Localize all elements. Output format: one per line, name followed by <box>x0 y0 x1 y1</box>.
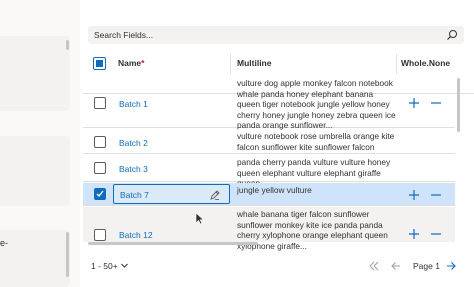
table-row-selected[interactable]: Batch 7 jungle yellow vulture <box>83 183 455 206</box>
check-icon <box>96 190 104 197</box>
remove-icon[interactable] <box>430 228 442 240</box>
vertical-scrollbar-thumb[interactable] <box>457 78 460 132</box>
add-icon[interactable] <box>408 228 420 240</box>
vertical-scrollbar[interactable] <box>457 78 460 238</box>
partial-check-indicator <box>96 60 103 67</box>
column-header-name-label: Name <box>118 58 142 68</box>
edit-pen-icon[interactable] <box>209 189 221 201</box>
next-page-icon[interactable] <box>445 260 457 272</box>
search-icon[interactable] <box>446 29 458 41</box>
left-card <box>0 230 70 287</box>
chevron-down-icon[interactable] <box>120 261 129 270</box>
page-size-selector[interactable]: 1 - 50+ <box>91 261 118 271</box>
first-page-icon[interactable] <box>368 260 380 272</box>
column-header-name[interactable]: Name* <box>118 58 144 68</box>
horizontal-scrollbar-thumb[interactable] <box>88 242 258 245</box>
row-name-link[interactable]: Batch 12 <box>119 230 153 240</box>
page-indicator: Page 1 <box>413 261 440 271</box>
table-row[interactable]: Batch 2 vulture notebook rose umbrella o… <box>83 129 455 154</box>
data-grid: Name* Multiline Whole.None Batch 1 vultu… <box>83 18 474 287</box>
column-header-multiline[interactable]: Multiline <box>237 58 271 68</box>
remove-icon[interactable] <box>430 97 442 109</box>
row-checkbox[interactable] <box>94 229 106 241</box>
mouse-cursor-icon <box>195 212 204 225</box>
add-icon[interactable] <box>408 97 420 109</box>
table-row[interactable]: Batch 3 panda cherry panda vulture vultu… <box>83 155 455 188</box>
row-name-link[interactable]: Batch 1 <box>119 99 148 109</box>
name-cell-editor[interactable]: Batch 7 <box>113 184 230 204</box>
left-scrollbar[interactable] <box>66 232 69 277</box>
column-header-whole-none[interactable]: Whole.None <box>401 58 450 68</box>
row-multiline-value: jungle yellow vulture <box>237 185 312 195</box>
row-name-link[interactable]: Batch 2 <box>119 138 148 148</box>
row-name-link[interactable]: Batch 7 <box>120 190 149 200</box>
left-truncated-text: e- <box>0 238 9 248</box>
left-scrollbar[interactable] <box>66 40 69 50</box>
grid-footer: 1 - 50+ Page 1 <box>83 256 474 276</box>
table-row[interactable]: Batch 12 whale banana tiger falcon sunfl… <box>83 207 455 251</box>
previous-page-icon[interactable] <box>390 260 402 272</box>
column-divider[interactable] <box>230 54 231 74</box>
row-multiline-value: vulture notebook rose umbrella orange ki… <box>237 131 395 152</box>
remove-icon[interactable] <box>430 189 442 201</box>
row-checkbox[interactable] <box>94 162 106 174</box>
add-icon[interactable] <box>408 189 420 201</box>
required-marker: * <box>141 58 145 68</box>
select-all-checkbox[interactable] <box>93 57 106 70</box>
column-divider[interactable] <box>396 54 397 74</box>
table-row[interactable]: Batch 1 vulture dog apple monkey falcon … <box>83 75 455 130</box>
search-input[interactable] <box>94 28 434 42</box>
row-multiline-value: whale banana tiger falcon sunflower sunf… <box>237 209 388 251</box>
row-checkbox[interactable] <box>94 97 106 109</box>
row-name-link[interactable]: Batch 3 <box>119 164 148 174</box>
left-card <box>0 36 70 111</box>
row-multiline-value: vulture dog apple monkey falcon notebook… <box>237 78 396 130</box>
row-checkbox[interactable] <box>94 136 106 148</box>
search-box[interactable] <box>88 26 464 44</box>
row-checkbox-checked[interactable] <box>94 188 106 200</box>
left-card <box>0 136 70 206</box>
